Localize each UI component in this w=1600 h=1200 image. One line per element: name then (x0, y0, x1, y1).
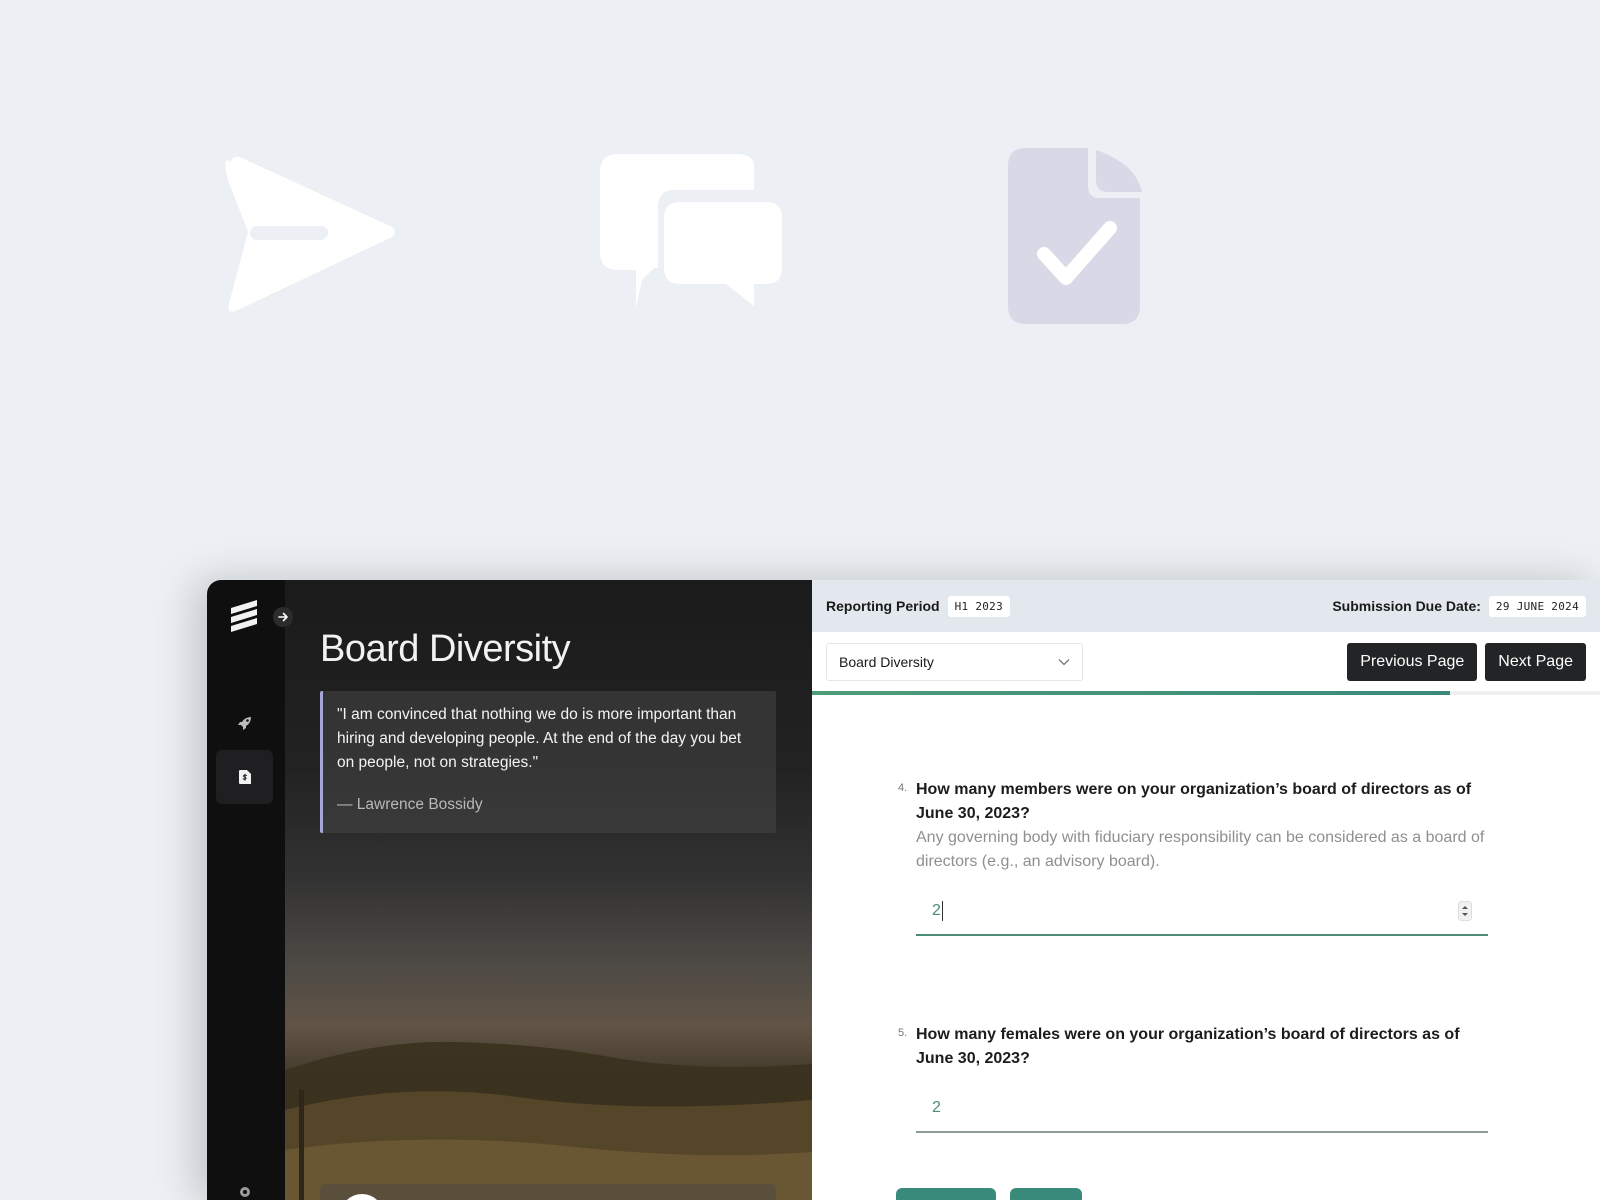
reporting-period-label: Reporting Period (826, 598, 940, 614)
arrow-right-icon (278, 612, 288, 622)
number-stepper-icon[interactable] (1458, 901, 1472, 921)
reporting-period-badge: H1 2023 (947, 595, 1011, 617)
board-females-input[interactable]: 2 (916, 1085, 1488, 1133)
quote-author: — Lawrence Bossidy (337, 796, 483, 813)
sidebar-item-launch[interactable] (216, 696, 273, 750)
document-dollar-icon (238, 770, 251, 784)
question-4: 4. How many members were on your organiz… (898, 778, 1488, 936)
progress-bar-fill (812, 691, 1451, 695)
expand-sidebar-button[interactable] (273, 607, 293, 627)
next-page-button[interactable]: Next Page (1485, 643, 1586, 681)
board-members-value: 2 (932, 902, 941, 920)
chevron-down-icon (1058, 659, 1070, 666)
sidebar-rail (207, 580, 293, 1200)
section-select[interactable]: Board Diversity (826, 643, 1083, 681)
submit-button[interactable] (1010, 1188, 1082, 1200)
form-panel: Reporting Period H1 2023 Submission Due … (812, 580, 1600, 1200)
board-members-input[interactable]: 2 (916, 888, 1488, 936)
gear-icon (239, 1187, 250, 1197)
progress-bar (812, 691, 1600, 695)
reporting-bar: Reporting Period H1 2023 Submission Due … (812, 580, 1600, 632)
save-button[interactable] (896, 1188, 996, 1200)
previous-page-button[interactable]: Previous Page (1347, 643, 1478, 681)
form-toolbar: Board Diversity Previous Page Next Page (812, 632, 1600, 695)
app-logo[interactable] (229, 598, 259, 634)
chat-bubbles-icon (600, 154, 782, 308)
user-card[interactable] (320, 1184, 776, 1200)
landscape-background (285, 1041, 812, 1200)
question-text: How many females were on your organizati… (916, 1026, 1460, 1067)
document-check-icon (1008, 148, 1142, 324)
paper-plane-icon (225, 156, 395, 312)
due-date-label: Submission Due Date: (1332, 598, 1481, 614)
board-females-value: 2 (932, 1099, 941, 1116)
quote-block: "I am convinced that nothing we do is mo… (320, 691, 776, 833)
section-select-value: Board Diversity (839, 654, 934, 670)
hero-panel: Board Diversity "I am convinced that not… (285, 580, 812, 1200)
question-text: How many members were on your organizati… (916, 781, 1472, 822)
question-hint: Any governing body with fiduciary respon… (916, 829, 1485, 870)
app-window: Board Diversity "I am convinced that not… (207, 580, 1600, 1200)
text-caret (941, 901, 943, 921)
quote-text: "I am convinced that nothing we do is mo… (337, 706, 742, 771)
rocket-icon (237, 717, 251, 730)
question-5: 5. How many females were on your organiz… (898, 1023, 1488, 1133)
due-date-badge: 29 JUNE 2024 (1488, 595, 1586, 617)
sidebar-item-reports[interactable] (216, 750, 273, 804)
question-number: 4. (898, 782, 908, 794)
sidebar-item-settings[interactable] (216, 1180, 273, 1200)
page-title: Board Diversity (320, 628, 571, 670)
question-number: 5. (898, 1027, 908, 1039)
